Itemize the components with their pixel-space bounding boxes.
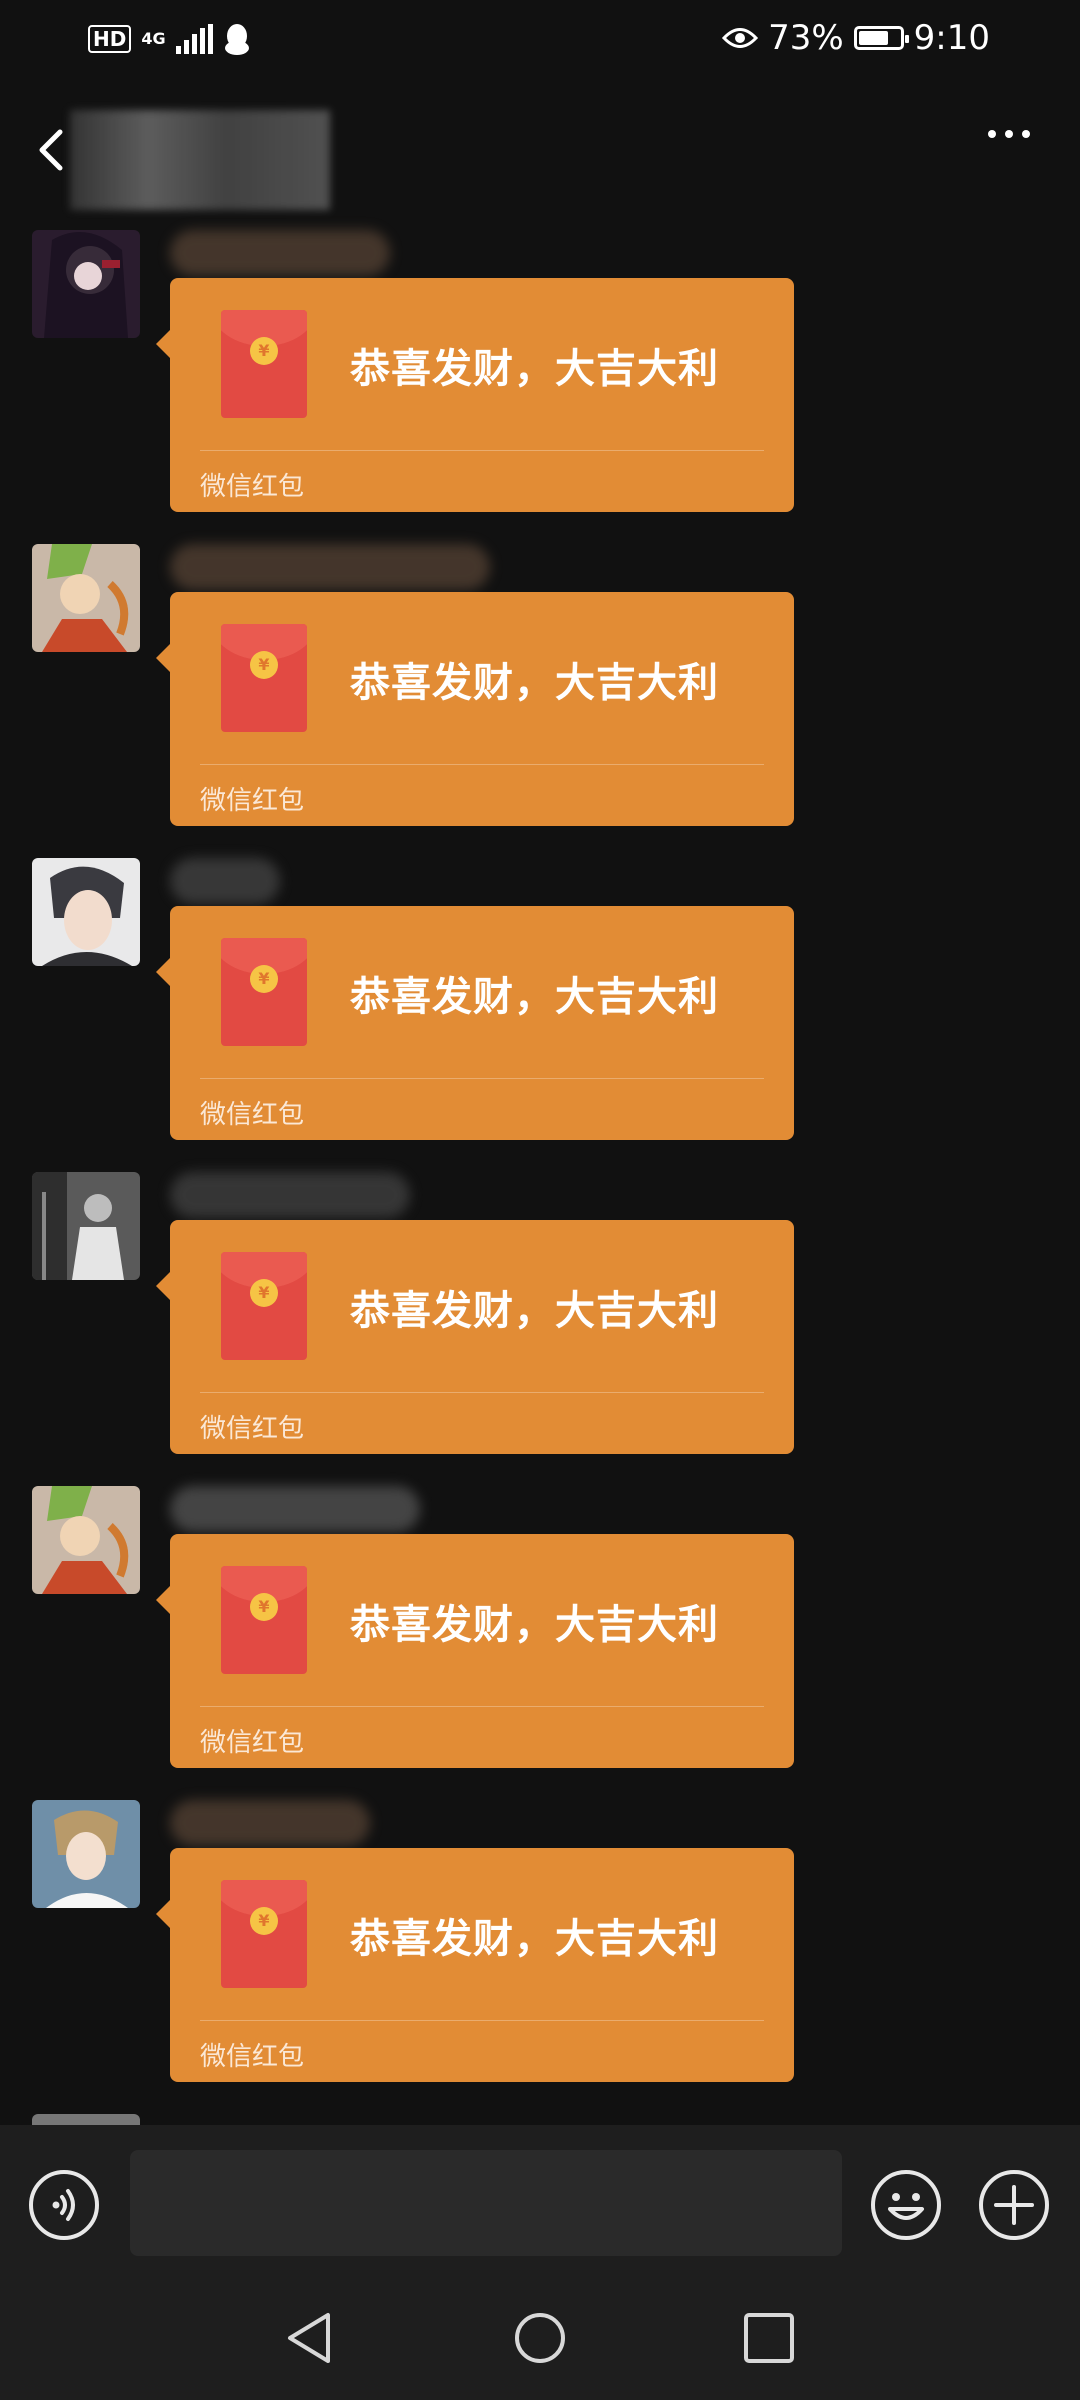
avatar[interactable] — [32, 1486, 140, 1594]
chat-title-redacted — [70, 110, 330, 210]
avatar[interactable] — [32, 858, 140, 966]
red-packet-greeting: 恭喜发财，大吉大利 — [350, 1288, 719, 1334]
yuan-coin-icon: ¥ — [250, 337, 278, 365]
red-packet-bubble[interactable]: ¥ 恭喜发财，大吉大利 微信红包 — [156, 1848, 794, 2082]
network-type: 4G — [141, 29, 166, 48]
yuan-coin-icon: ¥ — [250, 651, 278, 679]
divider — [200, 1706, 764, 1707]
divider — [200, 764, 764, 765]
red-envelope-icon: ¥ — [221, 938, 307, 1046]
message-input[interactable] — [130, 2150, 842, 2256]
eye-icon — [722, 28, 759, 48]
red-packet-greeting: 恭喜发财，大吉大利 — [350, 974, 719, 1020]
sender-name-redacted — [170, 1486, 420, 1532]
red-packet-bubble[interactable]: ¥ 恭喜发财，大吉大利 微信红包 — [156, 906, 794, 1140]
nav-home-icon[interactable] — [513, 2311, 567, 2365]
status-bar: HD 4G 73% 9:10 — [0, 0, 1080, 80]
message-item — [0, 2114, 1080, 2125]
avatar[interactable] — [32, 230, 140, 338]
message-item: ¥ 恭喜发财，大吉大利 微信红包 — [0, 1800, 1080, 2100]
chevron-left-icon[interactable] — [36, 128, 66, 172]
red-packet-greeting: 恭喜发财，大吉大利 — [350, 1602, 719, 1648]
red-packet-label: 微信红包 — [200, 2042, 305, 2072]
yuan-coin-icon: ¥ — [250, 1907, 278, 1935]
nav-back-icon[interactable] — [282, 2311, 336, 2365]
battery-percent: 73% — [768, 18, 844, 58]
red-envelope-icon: ¥ — [221, 1252, 307, 1360]
message-item: ¥ 恭喜发财，大吉大利 微信红包 — [0, 1486, 1080, 1786]
yuan-coin-icon: ¥ — [250, 1279, 278, 1307]
red-packet-bubble[interactable]: ¥ 恭喜发财，大吉大利 微信红包 — [156, 1220, 794, 1454]
more-dots-icon[interactable] — [988, 130, 1030, 138]
signal-icon — [175, 24, 213, 54]
red-envelope-icon: ¥ — [221, 624, 307, 732]
red-envelope-icon: ¥ — [221, 310, 307, 418]
divider — [200, 2020, 764, 2021]
red-packet-bubble[interactable]: ¥ 恭喜发财，大吉大利 微信红包 — [156, 1534, 794, 1768]
divider — [200, 1392, 764, 1393]
red-packet-label: 微信红包 — [200, 472, 305, 502]
red-packet-label: 微信红包 — [200, 1414, 305, 1444]
divider — [200, 1078, 764, 1079]
plus-icon[interactable] — [978, 2169, 1050, 2241]
yuan-coin-icon: ¥ — [250, 1593, 278, 1621]
message-item: ¥ 恭喜发财，大吉大利 微信红包 — [0, 858, 1080, 1158]
status-left: HD 4G — [88, 22, 251, 56]
voice-icon[interactable] — [28, 2169, 100, 2241]
red-packet-bubble[interactable]: ¥ 恭喜发财，大吉大利 微信红包 — [156, 278, 794, 512]
red-packet-bubble[interactable]: ¥ 恭喜发财，大吉大利 微信红包 — [156, 592, 794, 826]
red-packet-label: 微信红包 — [200, 786, 305, 816]
avatar[interactable] — [32, 2114, 140, 2125]
divider — [200, 450, 764, 451]
sender-name-redacted — [170, 544, 490, 590]
hd-icon: HD — [88, 25, 132, 53]
message-item: ¥ 恭喜发财，大吉大利 微信红包 — [0, 1172, 1080, 1472]
qq-penguin-icon — [224, 24, 249, 55]
avatar[interactable] — [32, 1800, 140, 1908]
status-right: 73% 9:10 — [722, 18, 990, 58]
red-packet-greeting: 恭喜发财，大吉大利 — [350, 346, 719, 392]
avatar[interactable] — [32, 1172, 140, 1280]
sender-name-redacted — [170, 1800, 370, 1846]
red-packet-label: 微信红包 — [200, 1728, 305, 1758]
sender-name-redacted — [170, 1172, 410, 1218]
emoji-icon[interactable] — [870, 2169, 942, 2241]
avatar[interactable] — [32, 544, 140, 652]
system-nav-bar — [0, 2275, 1080, 2400]
clock: 9:10 — [913, 18, 990, 58]
red-packet-greeting: 恭喜发财，大吉大利 — [350, 660, 719, 706]
red-envelope-icon: ¥ — [221, 1566, 307, 1674]
sender-name-redacted — [170, 858, 280, 904]
yuan-coin-icon: ¥ — [250, 965, 278, 993]
red-packet-greeting: 恭喜发财，大吉大利 — [350, 1916, 719, 1962]
chat-header — [0, 80, 1080, 210]
chat-input-bar — [0, 2125, 1080, 2275]
red-envelope-icon: ¥ — [221, 1880, 307, 1988]
message-item: ¥ 恭喜发财，大吉大利 微信红包 — [0, 230, 1080, 530]
red-packet-label: 微信红包 — [200, 1100, 305, 1130]
nav-recents-icon[interactable] — [742, 2311, 796, 2365]
message-item: ¥ 恭喜发财，大吉大利 微信红包 — [0, 544, 1080, 844]
sender-name-redacted — [170, 230, 390, 276]
battery-icon — [853, 26, 909, 50]
